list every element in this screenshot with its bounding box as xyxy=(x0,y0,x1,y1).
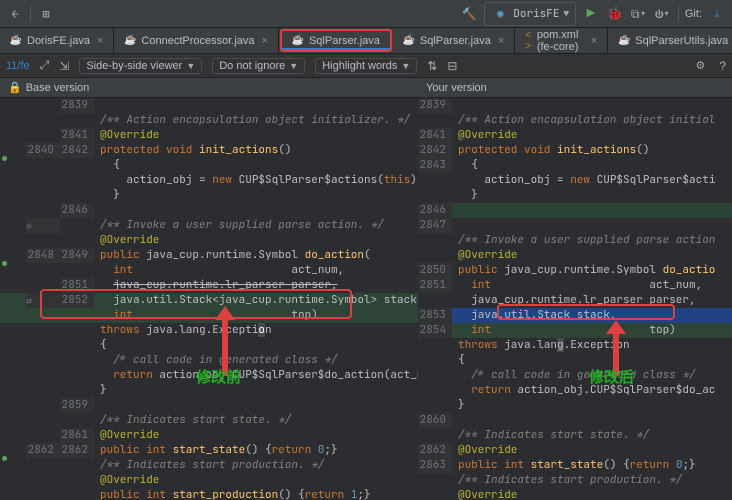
java-file-icon: ☕ xyxy=(124,35,136,47)
sync-scroll-icon[interactable]: ⇅ xyxy=(427,59,437,73)
java-file-icon: ☕ xyxy=(403,35,415,47)
viewer-mode-select[interactable]: Side-by-side viewer ▼ xyxy=(79,58,202,74)
base-code-pane[interactable]: 2839/** Action encapsulation object init… xyxy=(0,98,418,500)
run-config-label: DorisFE xyxy=(513,7,559,21)
collapse-icon[interactable]: ⇲ xyxy=(59,59,69,73)
highlight-mode-label: Highlight words xyxy=(322,60,397,72)
editor-tab[interactable]: ☕ SqlParser.java × xyxy=(393,28,515,53)
coverage-icon[interactable]: ⧉▾ xyxy=(630,5,648,23)
chevron-down-icon: ▼ xyxy=(563,8,568,20)
xml-file-icon: < > xyxy=(525,35,532,47)
git-label: Git: xyxy=(685,8,702,20)
run-config-dropdown[interactable]: ◉ DorisFE ▼ xyxy=(484,2,576,26)
ignore-mode-label: Do not ignore xyxy=(219,60,285,72)
tool-window-icon[interactable]: ⊞ xyxy=(37,5,55,23)
lock-icon: 🔒 xyxy=(8,81,22,94)
editor-tab[interactable]: < > pom.xml (fe-core) × xyxy=(515,28,608,53)
base-version-header: 🔒 Base version xyxy=(0,78,418,98)
editor-tab[interactable]: ☕ DorisFE.java × xyxy=(0,28,114,53)
tab-label: SqlParser.java xyxy=(309,35,380,47)
tab-label: SqlParser.java xyxy=(420,35,491,47)
close-icon[interactable]: × xyxy=(498,35,504,47)
editor-tab[interactable]: ☕ SqlParser.java xyxy=(280,29,392,52)
your-code-pane[interactable]: 2839/** Action encapsulation object init… xyxy=(418,98,732,500)
viewer-mode-label: Side-by-side viewer xyxy=(86,60,182,72)
ignore-mode-select[interactable]: Do not ignore ▼ xyxy=(212,58,305,74)
help-icon[interactable]: ? xyxy=(719,59,726,73)
hammer-icon[interactable]: 🔨 xyxy=(460,5,478,23)
chevron-down-icon: ▼ xyxy=(186,61,195,71)
diff-subbar: 11/fe ⤢ ⇲ Side-by-side viewer ▼ Do not i… xyxy=(0,54,732,78)
back-icon[interactable]: ← xyxy=(6,5,24,23)
close-icon[interactable]: × xyxy=(591,35,597,47)
debug-icon[interactable]: 🐞 xyxy=(606,5,624,23)
separator xyxy=(30,6,31,22)
base-version-label: Base version xyxy=(26,82,90,94)
your-version-header: Your version xyxy=(418,78,732,98)
java-file-icon: ☕ xyxy=(292,35,304,47)
java-file-icon: ☕ xyxy=(10,35,22,47)
annotation-after: 修改后 xyxy=(589,366,634,387)
whitespace-icon[interactable]: ⊟ xyxy=(447,59,457,73)
gear-icon[interactable]: ⚙ xyxy=(695,59,705,72)
java-file-icon: ☕ xyxy=(618,35,630,47)
separator xyxy=(678,6,679,22)
run-config-icon: ◉ xyxy=(491,5,509,23)
editor-tab[interactable]: ☕ ConnectProcessor.java × xyxy=(114,28,279,53)
run-icon[interactable]: ▶ xyxy=(582,5,600,23)
expand-icon[interactable]: ⤢ xyxy=(40,58,50,73)
close-icon[interactable]: × xyxy=(262,35,268,47)
git-update-icon[interactable]: ⤓ xyxy=(708,5,726,23)
annotation-before: 修改前 xyxy=(196,366,241,387)
chevron-down-icon: ▼ xyxy=(401,61,410,71)
tab-label: SqlParserUtils.java xyxy=(635,35,728,47)
your-version-label: Your version xyxy=(426,82,487,94)
top-toolbar: ← ⊞ 🔨 ◉ DorisFE ▼ ▶ 🐞 ⧉▾ ⏻▾ Git: ⤓ xyxy=(0,0,732,28)
profile-icon[interactable]: ⏻▾ xyxy=(654,5,672,23)
editor-tab-bar: ☕ DorisFE.java × ☕ ConnectProcessor.java × ☕ Sq… xyxy=(0,28,732,54)
chevron-down-icon: ▼ xyxy=(289,61,298,71)
tab-label: ConnectProcessor.java xyxy=(141,35,254,47)
breadcrumb[interactable]: 11/fe xyxy=(6,60,30,72)
editor-tab[interactable]: ☕SqlParserUtils.java× xyxy=(608,28,732,53)
close-icon[interactable]: × xyxy=(97,35,103,47)
highlight-mode-select[interactable]: Highlight words ▼ xyxy=(315,58,417,74)
tab-label: pom.xml (fe-core) xyxy=(537,29,584,53)
tab-label: DorisFE.java xyxy=(27,35,90,47)
